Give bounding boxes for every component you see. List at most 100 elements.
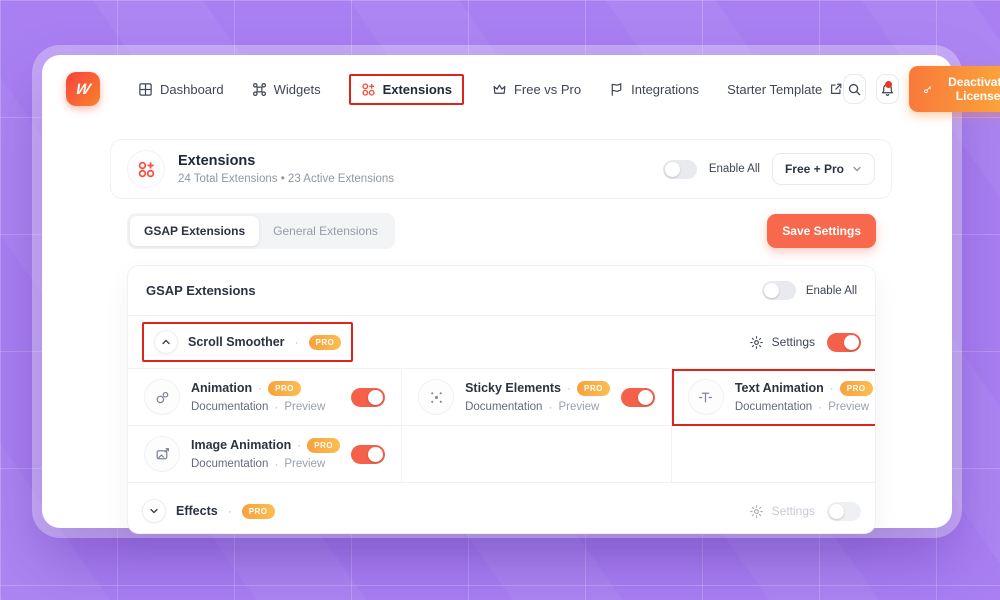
gear-icon[interactable] <box>749 335 764 350</box>
crown-icon <box>492 82 507 97</box>
dot-separator: · <box>818 400 822 414</box>
nav-item-integrations[interactable]: Integrations <box>609 82 699 97</box>
gsap-card-title: GSAP Extensions <box>146 283 256 298</box>
image-animation-toggle[interactable] <box>351 445 385 464</box>
scroll-smoother-toggle[interactable] <box>827 333 861 352</box>
effects-toggle-group[interactable]: Effects · PRO <box>142 499 275 523</box>
tabs-row: GSAP Extensions General Extensions Save … <box>127 213 876 249</box>
documentation-link[interactable]: Documentation <box>191 458 268 470</box>
extension-title: Sticky Elements <box>465 381 561 395</box>
scroll-smoother-actions: Settings <box>749 333 861 352</box>
extensions-section-header: Extensions 24 Total Extensions • 23 Acti… <box>110 139 892 199</box>
nav-item-widgets[interactable]: Widgets <box>252 82 321 97</box>
command-icon <box>252 82 267 97</box>
pro-badge: PRO <box>268 381 301 396</box>
effects-toggle[interactable] <box>827 502 861 521</box>
dot-separator: · <box>548 400 552 414</box>
search-icon <box>847 82 862 97</box>
extension-cell-sticky-elements: Sticky Elements · PRO Documentation · Pr… <box>402 369 672 426</box>
pro-badge: PRO <box>577 381 610 396</box>
image-arrow-icon <box>154 446 171 463</box>
search-button[interactable] <box>843 74 866 104</box>
animation-icon-wrap <box>144 379 180 415</box>
documentation-link[interactable]: Documentation <box>735 401 812 413</box>
documentation-link[interactable]: Documentation <box>465 401 542 413</box>
extension-info: Sticky Elements · PRO Documentation · Pr… <box>465 381 610 414</box>
key-icon <box>923 83 932 96</box>
section-subtitle: 24 Total Extensions • 23 Active Extensio… <box>178 173 394 185</box>
extension-cell-animation: Animation · PRO Documentation · Preview <box>128 369 402 426</box>
deactivate-license-button[interactable]: Deactivate License <box>909 66 1000 112</box>
collapse-button[interactable] <box>154 330 178 354</box>
text-t-arrows-icon <box>697 389 714 406</box>
notifications-button[interactable] <box>876 74 899 104</box>
preview-link[interactable]: Preview <box>284 458 325 470</box>
nav-item-free-vs-pro[interactable]: Free vs Pro <box>492 82 581 97</box>
nav-label: Starter Template <box>727 82 822 97</box>
nav-label: Extensions <box>383 82 452 97</box>
section-controls: Enable All Free + Pro <box>663 153 875 185</box>
extensions-orange-icon <box>137 160 156 179</box>
gsap-extensions-card: GSAP Extensions Enable All Scroll Smooth… <box>127 265 876 534</box>
preview-link[interactable]: Preview <box>828 401 869 413</box>
preview-link[interactable]: Preview <box>284 401 325 413</box>
preview-link[interactable]: Preview <box>558 401 599 413</box>
effects-actions: Settings <box>749 502 861 521</box>
accordion-title: Effects <box>176 504 218 518</box>
text-animation-icon-wrap <box>688 379 724 415</box>
top-navigation-bar: W Dashboard Widgets Extensions Free vs P… <box>42 55 952 123</box>
chevron-down-icon <box>852 164 862 174</box>
dot-separator: · <box>258 381 262 395</box>
extension-info: Text Animation · PRO Documentation · Pre… <box>735 381 873 414</box>
sticky-elements-icon-wrap <box>418 379 454 415</box>
gear-icon <box>749 504 764 519</box>
animation-toggle[interactable] <box>351 388 385 407</box>
nav-item-dashboard[interactable]: Dashboard <box>138 82 224 97</box>
main-nav: Dashboard Widgets Extensions Free vs Pro… <box>138 74 843 105</box>
tab-general-extensions[interactable]: General Extensions <box>259 216 392 246</box>
nav-label: Integrations <box>631 82 699 97</box>
accordion-title: Scroll Smoother <box>188 335 285 349</box>
scroll-smoother-accordion-header: Scroll Smoother · PRO Settings <box>128 316 875 369</box>
sticky-elements-toggle[interactable] <box>621 388 655 407</box>
external-link-icon <box>829 82 843 96</box>
topbar-actions: Deactivate License <box>843 66 1000 112</box>
nav-item-starter-template[interactable]: Starter Template <box>727 82 843 97</box>
tab-gsap-extensions[interactable]: GSAP Extensions <box>130 216 259 246</box>
dot-separator: · <box>274 457 278 471</box>
extension-title: Text Animation <box>735 381 824 395</box>
extension-title: Animation <box>191 381 252 395</box>
extension-cell-empty <box>402 426 672 483</box>
section-text: Extensions 24 Total Extensions • 23 Acti… <box>178 153 394 185</box>
dot-separator: · <box>830 381 834 395</box>
deactivate-license-label: Deactivate License <box>939 75 1000 103</box>
enable-all-toggle[interactable] <box>663 160 697 179</box>
extensions-icon <box>361 82 376 97</box>
extension-grid: Animation · PRO Documentation · Preview <box>128 369 875 483</box>
nav-item-extensions[interactable]: Extensions <box>349 74 464 105</box>
extension-cell-text-animation: Text Animation · PRO Documentation · Pre… <box>672 369 876 426</box>
brand-logo-mark: W <box>75 81 92 98</box>
settings-label: Settings <box>772 335 815 349</box>
image-animation-icon-wrap <box>144 436 180 472</box>
dot-separator: · <box>567 381 571 395</box>
chevron-up-icon <box>161 337 171 347</box>
extensions-section-icon-wrap <box>127 150 165 188</box>
gsap-enable-all-label: Enable All <box>806 285 857 297</box>
gsap-card-header: GSAP Extensions Enable All <box>128 266 875 316</box>
extension-title: Image Animation <box>191 438 291 452</box>
scroll-smoother-toggle-group[interactable]: Scroll Smoother · PRO <box>142 322 353 362</box>
extension-info: Image Animation · PRO Documentation · Pr… <box>191 438 340 471</box>
nav-label: Dashboard <box>160 82 224 97</box>
flag-icon <box>609 82 624 97</box>
gsap-enable-all-toggle[interactable] <box>762 281 796 300</box>
documentation-link[interactable]: Documentation <box>191 401 268 413</box>
pro-badge: PRO <box>307 438 340 453</box>
save-settings-button[interactable]: Save Settings <box>767 214 876 248</box>
brand-logo[interactable]: W <box>66 72 100 106</box>
gsap-card-controls: Enable All <box>762 281 857 300</box>
app-window: W Dashboard Widgets Extensions Free vs P… <box>42 55 952 528</box>
plan-filter-dropdown[interactable]: Free + Pro <box>772 153 875 185</box>
settings-label: Settings <box>772 504 815 518</box>
expand-button[interactable] <box>142 499 166 523</box>
